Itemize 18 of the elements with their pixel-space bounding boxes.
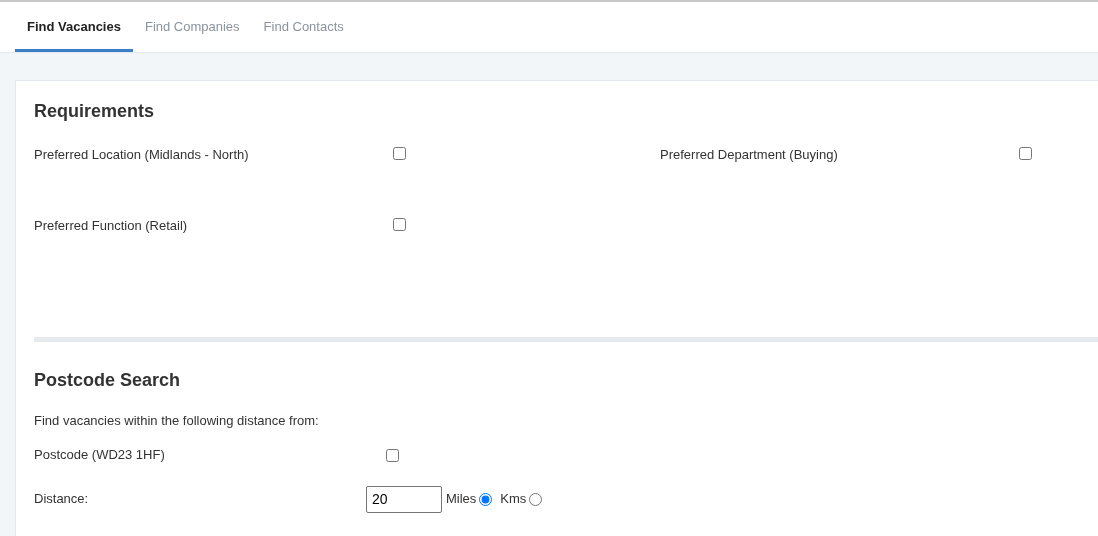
- radio-button[interactable]: [479, 492, 493, 506]
- section-heading: Postcode Search: [34, 369, 182, 392]
- unit-label: Miles: [446, 490, 477, 509]
- field-label: Preferred Function (Retail): [34, 217, 189, 236]
- field-label: Distance:: [34, 490, 90, 509]
- field-label: Preferred Location (Midlands - North): [34, 146, 250, 165]
- section-heading: Requirements: [34, 100, 156, 123]
- tab[interactable]: Find Vacancies: [15, 2, 133, 52]
- intro-text: Find vacancies within the following distance from:: [34, 413, 320, 429]
- field-label: Preferred Department (Buying): [660, 146, 839, 165]
- radio-button[interactable]: [529, 492, 543, 506]
- field-label: Postcode (WD23 1HF): [34, 446, 166, 465]
- checkbox[interactable]: [1019, 146, 1032, 160]
- checkbox[interactable]: [386, 448, 399, 462]
- distance-field[interactable]: 20: [366, 485, 442, 513]
- checkbox[interactable]: [393, 217, 406, 231]
- checkbox[interactable]: [393, 146, 406, 160]
- unit-label: Kms: [500, 490, 527, 509]
